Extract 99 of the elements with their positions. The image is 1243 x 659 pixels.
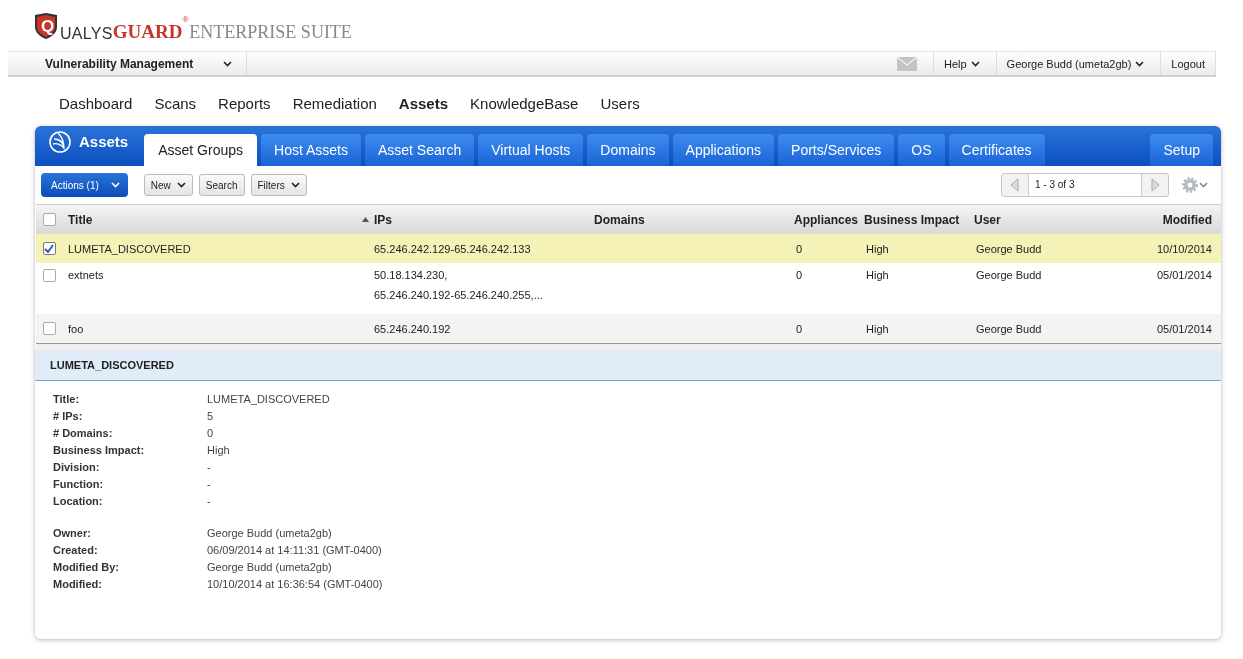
table-cell-text: 65.246.240.192 (374, 322, 452, 335)
tab[interactable]: Asset Groups (144, 134, 258, 166)
table-row[interactable]: LUMETA_DISCOVERED 65.246.242.129-65.246.242.133 0 High George Budd 10/10/2014 (36, 234, 1221, 263)
field-value: - (207, 495, 212, 507)
toolbar-button[interactable]: New (143, 174, 193, 196)
field-value: 0 (207, 427, 215, 439)
globe-icon (49, 131, 71, 153)
table-row[interactable]: foo 65.246.240.192 0 High George Budd 05/01/2014 (36, 314, 1221, 343)
field-value: - (207, 461, 212, 473)
logo-suite: ENTERPRISE SUITE (189, 22, 352, 43)
logo-product: GUARD (112, 21, 183, 43)
caret-icon (290, 182, 300, 188)
field-label: Function: (53, 478, 105, 490)
nav-item[interactable]: Dashboard (59, 90, 133, 116)
nav-item[interactable]: Reports (218, 90, 271, 116)
table-cell-text: George Budd (976, 322, 1043, 335)
actions-button[interactable]: Actions (1) (41, 173, 128, 197)
tab[interactable]: Domains (587, 134, 669, 166)
column-header[interactable]: Business Impact (864, 212, 974, 227)
table-cell-text: 0 (795, 269, 804, 281)
nav-item[interactable]: Scans (154, 90, 197, 116)
field-label: Business Impact: (53, 444, 146, 456)
toolbar-button[interactable]: Search (198, 174, 245, 196)
field-value: George Budd (umeta2gb) (207, 561, 333, 573)
column-header[interactable]: User (974, 212, 1104, 227)
field-label: Location: (53, 495, 104, 507)
registered-mark: ® (182, 15, 189, 24)
tab[interactable]: Setup (1150, 134, 1213, 166)
tab[interactable]: OS (898, 134, 945, 166)
top-link[interactable]: Help (932, 52, 980, 75)
nav-item[interactable]: Remediation (292, 90, 377, 116)
caret-icon (1135, 60, 1145, 67)
table-cell-text: 50.18.134.230, (374, 269, 449, 281)
nav-item[interactable]: Assets (398, 90, 449, 116)
top-link[interactable]: George Budd (umeta2gb) (995, 52, 1145, 75)
field-label: Created: (53, 544, 99, 556)
toolbar-button[interactable]: Filters (250, 174, 307, 196)
logo-brand: UALYS (60, 25, 113, 43)
field-label: Title: (53, 393, 81, 405)
caret-icon (110, 182, 120, 188)
field-label: Division: (53, 461, 101, 473)
field-value: - (207, 478, 212, 490)
nav-item[interactable]: Users (600, 90, 640, 116)
column-header[interactable]: Modified (1104, 212, 1221, 227)
column-header[interactable]: Title (62, 212, 374, 227)
table-cell-text: High (866, 242, 890, 255)
nav-item[interactable]: KnowledgeBase (470, 90, 579, 116)
field-value: LUMETA_DISCOVERED (207, 393, 330, 405)
caret-icon (176, 182, 186, 188)
table-cell-text: 0 (795, 242, 804, 255)
table-cell-text: George Budd (976, 242, 1043, 255)
column-header[interactable]: Domains (594, 212, 794, 227)
table-row[interactable]: extnets 50.18.134.230, 65.246.240.192-65.246.240.255,... 0 High George Budd 05/01/2014 (36, 263, 1221, 314)
field-value: High (207, 444, 231, 456)
table-cell-text: 05/01/2014 (1155, 269, 1213, 281)
column-header[interactable]: IPs (374, 212, 594, 227)
gear-icon[interactable] (1181, 176, 1209, 194)
table-cell-text: High (866, 269, 890, 281)
checkbox[interactable] (42, 269, 56, 282)
checkbox[interactable] (42, 213, 56, 226)
caret-icon (970, 60, 980, 67)
table-cell-text: George Budd (976, 269, 1043, 281)
field-value: 10/10/2014 at 16:36:54 (GMT-0400) (207, 578, 383, 590)
details-title: LUMETA_DISCOVERED (50, 359, 174, 371)
table-cell-text: LUMETA_DISCOVERED (67, 242, 192, 255)
table-cell-text: 65.246.240.192-65.246.240.255,... (374, 289, 544, 301)
module-selector[interactable]: Vulnerability Management (45, 52, 248, 75)
field-label: # IPs: (53, 410, 84, 422)
panel-title: Assets (79, 132, 129, 150)
logo-letter: Q (41, 17, 55, 35)
table-cell-text: High (866, 322, 890, 335)
tab[interactable]: Virtual Hosts (478, 134, 584, 166)
table-cell-text: extnets (67, 269, 105, 281)
caret-icon (223, 60, 233, 67)
field-label: # Domains: (53, 427, 114, 439)
field-label: Modified By: (53, 561, 120, 573)
tab[interactable]: Certificates (948, 134, 1045, 166)
field-value: 06/09/2014 at 14:11:31 (GMT-0400) (207, 544, 383, 556)
mail-icon[interactable] (896, 56, 917, 71)
table-cell-text: 10/10/2014 (1155, 242, 1213, 255)
table-cell-text: 65.246.242.129-65.246.242.133 (374, 242, 532, 255)
table-cell-text: 0 (795, 322, 804, 335)
checkbox[interactable] (42, 322, 56, 335)
tab[interactable]: Applications (672, 134, 775, 166)
tab[interactable]: Host Assets (261, 134, 361, 166)
field-label: Owner: (53, 527, 92, 539)
field-value: George Budd (umeta2gb) (207, 527, 333, 539)
field-label: Modified: (53, 578, 103, 590)
top-link[interactable]: Logout (1160, 52, 1216, 75)
checkbox[interactable] (42, 242, 56, 255)
field-value: 5 (207, 410, 215, 422)
resize-handle[interactable] (36, 343, 1221, 350)
shield-icon (34, 12, 58, 40)
page-range: 1 - 3 of 3 (1029, 174, 1141, 196)
tab[interactable]: Asset Search (364, 134, 475, 166)
table-cell-text: foo (67, 322, 85, 335)
tab[interactable]: Ports/Services (778, 134, 895, 166)
table-cell-text: 05/01/2014 (1155, 322, 1213, 335)
column-header[interactable]: Appliances (794, 212, 864, 227)
